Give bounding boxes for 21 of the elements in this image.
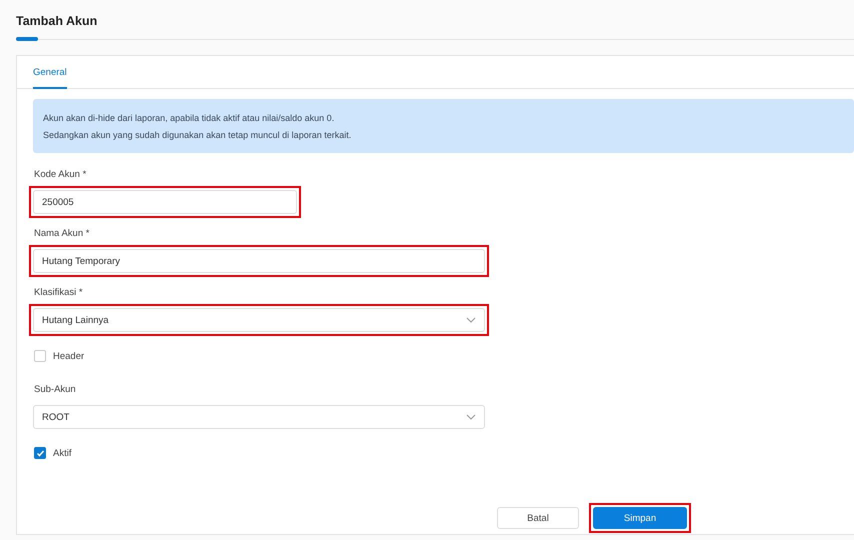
info-text: Sedangkan akun yang sudah digunakan akan tetap muncul di laporan terkait. xyxy=(43,129,352,142)
dropdown[interactable]: Hutang Lainnya xyxy=(33,308,485,332)
chevron-down-icon xyxy=(466,414,476,420)
checkbox[interactable] xyxy=(34,447,46,459)
checkbox-label: Aktif xyxy=(53,448,72,458)
cancel-button[interactable]: Batal xyxy=(497,507,579,529)
tab[interactable]: General xyxy=(33,56,67,89)
input-field[interactable]: 250005 xyxy=(33,190,297,214)
info-text: Akun akan di-hide dari laporan, apabila tidak aktif atau nilai/saldo akun 0. xyxy=(43,112,336,125)
field-label: Nama Akun * xyxy=(34,228,90,239)
title-accent-bar xyxy=(16,37,38,41)
input-field[interactable]: Hutang Temporary xyxy=(33,249,485,273)
field-label: Klasifikasi * xyxy=(34,287,84,298)
checkbox[interactable] xyxy=(34,350,46,362)
page-title: Tambah Akun xyxy=(16,14,98,30)
field-label: Kode Akun * xyxy=(34,169,88,180)
chevron-down-icon xyxy=(466,317,476,323)
save-button[interactable]: Simpan xyxy=(593,507,687,529)
checkbox-label: Header xyxy=(53,350,84,362)
dropdown[interactable]: ROOT xyxy=(33,405,485,429)
field-label: Sub-Akun xyxy=(34,384,77,395)
